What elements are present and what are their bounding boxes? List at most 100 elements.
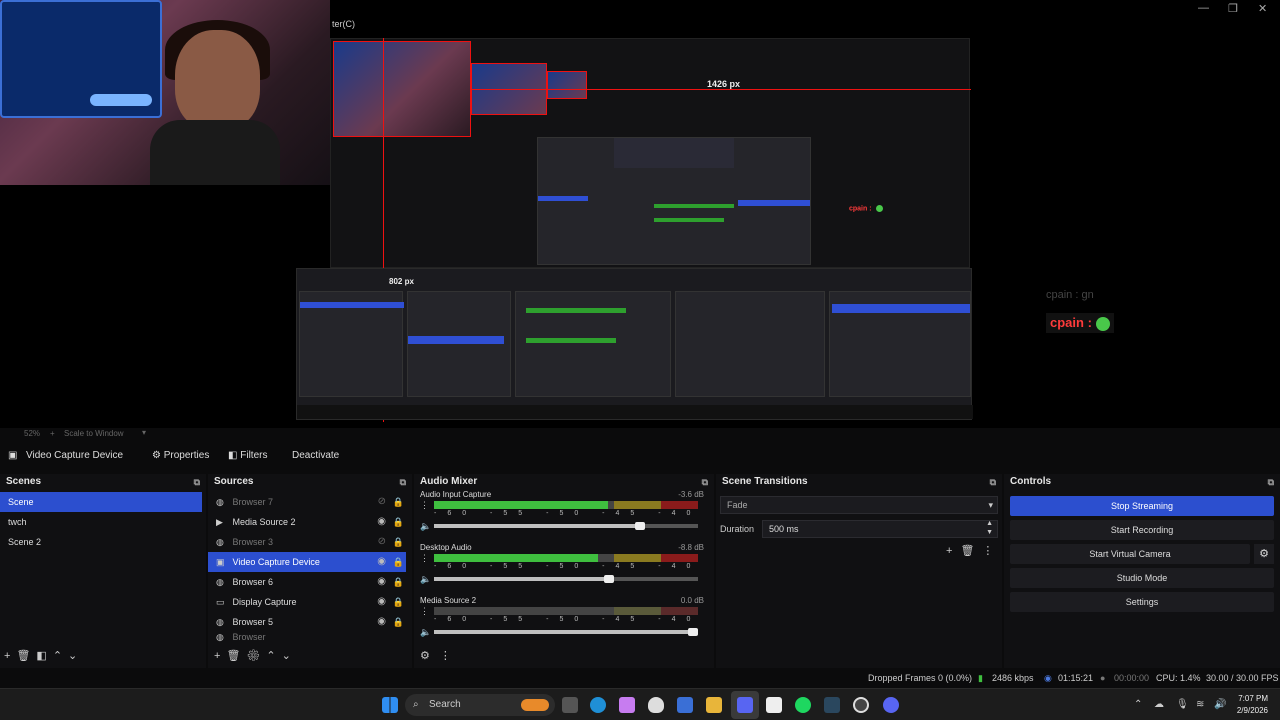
virtual-camera-settings-icon[interactable]: ⚙ xyxy=(1254,544,1274,564)
volume-slider[interactable] xyxy=(434,575,698,583)
start-virtual-camera-button[interactable]: Start Virtual Camera xyxy=(1010,544,1250,564)
trash-icon[interactable]: 🗑 xyxy=(960,545,982,557)
source-item[interactable]: ◍ Browser 7 ⊘ 🔒 xyxy=(208,492,412,512)
volume-knob[interactable] xyxy=(635,522,646,530)
lock-icon[interactable]: 🔒 xyxy=(393,492,404,512)
scene-item[interactable]: Scene xyxy=(0,492,202,512)
volume-icon[interactable]: 🔊 xyxy=(1214,699,1226,710)
scene-item[interactable]: Scene 2 xyxy=(0,532,206,552)
taskbar-clock[interactable]: 7:07 PM 2/9/2026 xyxy=(1237,693,1268,717)
minimize-icon[interactable]: — xyxy=(1198,2,1209,14)
more-icon[interactable]: ⋮ xyxy=(440,650,461,662)
volume-knob[interactable] xyxy=(688,628,698,636)
trash-icon[interactable]: 🗑 xyxy=(226,650,246,662)
eye-icon[interactable]: ◉ xyxy=(377,572,386,592)
volume-knob[interactable] xyxy=(603,575,614,583)
gear-icon[interactable]: ⚙ xyxy=(420,650,440,662)
source-item[interactable]: ◍ Browser 3 ⊘ 🔒 xyxy=(208,532,412,552)
eye-icon[interactable]: ◉ xyxy=(377,512,386,532)
lock-icon[interactable]: 🔒 xyxy=(393,532,404,552)
source-item[interactable]: ▭ Display Capture ◉ 🔒 xyxy=(208,592,412,612)
undock-icon[interactable]: ⧉ xyxy=(990,474,996,490)
source-item[interactable]: ◍ Browser 5 ◉ 🔒 xyxy=(208,612,412,632)
maximize-icon[interactable]: ❐ xyxy=(1228,2,1238,15)
more-icon[interactable]: ⋮ xyxy=(420,500,429,511)
filter-icon[interactable]: ◧ xyxy=(36,650,52,662)
chevron-down-icon[interactable]: ▾ xyxy=(142,428,146,437)
start-recording-button[interactable]: Start Recording xyxy=(1010,520,1274,540)
lock-icon[interactable]: 🔒 xyxy=(393,612,404,632)
zoom-level[interactable]: 52% xyxy=(24,429,40,438)
filters-button[interactable]: ◧ Filters xyxy=(222,444,273,468)
undock-icon[interactable]: ⧉ xyxy=(1268,474,1274,490)
studio-mode-button[interactable]: Studio Mode xyxy=(1010,568,1274,588)
chevron-up-icon[interactable]: ⌃ xyxy=(1134,699,1142,710)
more-icon[interactable]: ⋮ xyxy=(420,553,429,564)
task-view-icon[interactable] xyxy=(562,697,578,713)
eye-icon[interactable]: ◉ xyxy=(377,552,386,572)
eye-hidden-icon[interactable]: ⊘ xyxy=(378,492,386,512)
arrow-down-icon[interactable]: ⌄ xyxy=(282,650,297,662)
steam-icon[interactable] xyxy=(824,697,840,713)
taskbar-search[interactable]: ⌕ Search xyxy=(405,694,555,716)
pin-icon[interactable] xyxy=(648,697,664,713)
lock-icon[interactable]: 🔒 xyxy=(393,592,404,612)
speaker-icon[interactable]: 🔈 xyxy=(420,627,431,638)
lock-icon[interactable]: 🔒 xyxy=(393,552,404,572)
source-item[interactable]: ◍ Browser xyxy=(208,632,412,642)
duration-input[interactable]: 500 ms ▲ ▼ xyxy=(762,520,998,538)
scene-item[interactable]: twch xyxy=(0,512,206,532)
add-icon[interactable]: + xyxy=(946,545,960,557)
arrow-down-icon[interactable]: ⌄ xyxy=(68,650,83,662)
discord-alt-icon[interactable] xyxy=(883,697,899,713)
obs-icon[interactable] xyxy=(853,697,869,713)
settings-button[interactable]: Settings xyxy=(1010,592,1274,612)
guide-line-h xyxy=(471,89,971,90)
eye-icon[interactable]: ◉ xyxy=(377,612,386,632)
more-icon[interactable]: ⋮ xyxy=(420,606,429,617)
volume-slider[interactable] xyxy=(434,628,698,636)
speaker-icon[interactable]: 🔈 xyxy=(420,521,431,532)
eye-hidden-icon[interactable]: ⊘ xyxy=(378,532,386,552)
document-icon[interactable] xyxy=(766,697,782,713)
copilot-icon[interactable] xyxy=(619,697,635,713)
speaker-icon[interactable]: 🔈 xyxy=(420,574,431,585)
edge-icon[interactable] xyxy=(590,697,606,713)
microphone-icon[interactable]: 🎙 xyxy=(1176,699,1189,710)
lock-icon[interactable]: 🔒 xyxy=(393,572,404,592)
lock-icon[interactable]: 🔒 xyxy=(393,512,404,532)
spotify-icon[interactable] xyxy=(795,697,811,713)
store-icon[interactable] xyxy=(677,697,693,713)
undock-icon[interactable]: ⧉ xyxy=(194,474,200,490)
nested-controls xyxy=(829,291,971,397)
add-icon[interactable]: + xyxy=(4,650,16,662)
windows-start-icon[interactable] xyxy=(382,697,398,713)
cloud-icon[interactable]: ☁ xyxy=(1154,699,1164,710)
zoom-in-icon[interactable]: + xyxy=(50,429,55,438)
zoom-mode[interactable]: Scale to Window xyxy=(64,429,124,438)
trash-icon[interactable]: 🗑 xyxy=(16,650,36,662)
folder-icon[interactable] xyxy=(706,697,722,713)
eye-icon[interactable]: ◉ xyxy=(377,592,386,612)
transition-type-select[interactable]: Fade ▾ xyxy=(720,496,998,514)
properties-button[interactable]: ⚙ Properties xyxy=(146,444,215,468)
undock-icon[interactable]: ⧉ xyxy=(400,474,406,490)
source-item[interactable]: ◍ Browser 6 ◉ 🔒 xyxy=(208,572,412,592)
discord-icon[interactable] xyxy=(737,697,753,713)
wifi-icon[interactable]: ≋ xyxy=(1196,699,1204,710)
source-item[interactable]: ▶ Media Source 2 ◉ 🔒 xyxy=(208,512,412,532)
arrow-up-icon[interactable]: ⌃ xyxy=(266,650,281,662)
source-label: Browser xyxy=(232,632,266,642)
close-icon[interactable]: ✕ xyxy=(1258,2,1267,15)
spinner-icon[interactable]: ▲ ▼ xyxy=(986,519,993,537)
gear-icon[interactable]: ⚙ xyxy=(246,650,266,662)
source-item[interactable]: ▣ Video Capture Device ◉ 🔒 xyxy=(208,552,406,572)
more-icon[interactable]: ⋮ xyxy=(982,545,1001,557)
add-icon[interactable]: + xyxy=(214,650,226,662)
volume-slider[interactable] xyxy=(434,522,698,530)
arrow-up-icon[interactable]: ⌃ xyxy=(53,650,68,662)
undock-icon[interactable]: ⧉ xyxy=(702,474,708,490)
program-preview[interactable]: ter(C) — ❐ ✕ 1426 px cpain : 802 px cpai… xyxy=(0,0,1280,428)
deactivate-button[interactable]: Deactivate xyxy=(286,444,345,468)
stop-streaming-button[interactable]: Stop Streaming xyxy=(1010,496,1274,516)
